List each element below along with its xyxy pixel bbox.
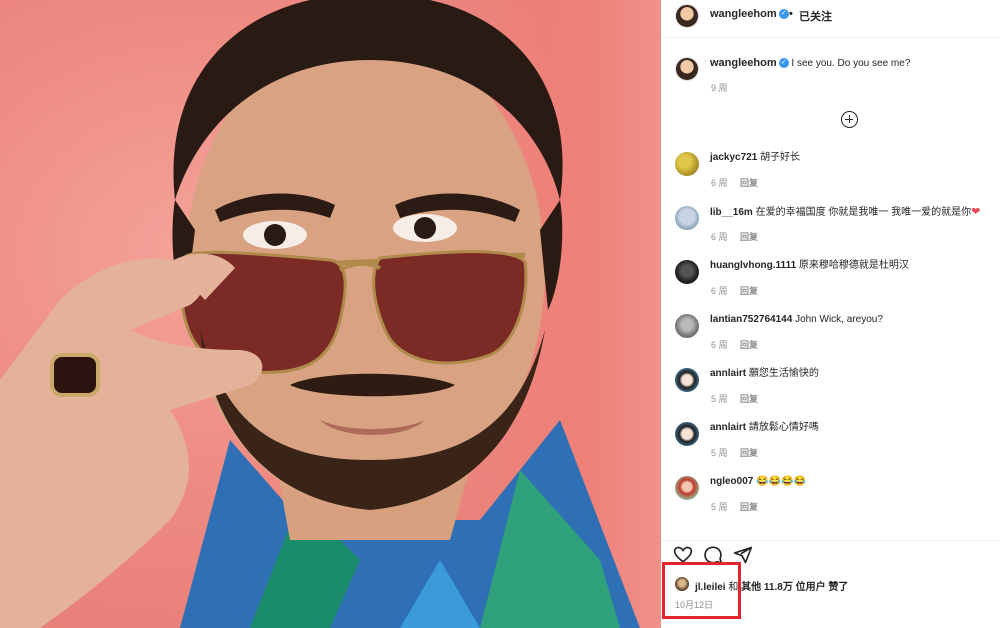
caption-time: 9 周 xyxy=(711,83,728,93)
caption-text: I see you. Do you see me? xyxy=(791,58,911,69)
portrait-illustration xyxy=(0,0,640,628)
post-photo[interactable] xyxy=(0,0,661,628)
reply-button[interactable]: 回复 xyxy=(740,286,758,296)
comment-avatar[interactable] xyxy=(675,422,699,446)
comment-avatar[interactable] xyxy=(675,152,699,176)
author-avatar[interactable] xyxy=(675,4,699,28)
likes-liked: 赞了 xyxy=(828,582,849,593)
comment-item: huanglvhong.1111 原来穆哈穆德就是杜明汉 6 周 回复 xyxy=(661,260,1000,310)
likes-summary[interactable]: jl.leilei 和 其他 11.8万 位用户 赞了 xyxy=(695,578,848,593)
author-username-row: wangleehom ✓ xyxy=(710,8,789,20)
reply-button[interactable]: 回复 xyxy=(740,340,758,350)
post-date[interactable]: 10月12日 xyxy=(675,598,713,611)
comment-username[interactable]: lantian752764144 xyxy=(710,314,792,325)
likes-and: 和 xyxy=(728,582,739,593)
comment-time: 5 周 xyxy=(711,448,728,458)
caption-avatar[interactable] xyxy=(675,57,699,81)
comment-text: 願您生活愉快的 xyxy=(748,368,819,379)
comment-avatar[interactable] xyxy=(675,260,699,284)
lens-right xyxy=(372,250,528,365)
comment-time: 6 周 xyxy=(711,232,728,242)
comment-item: lib__16m 在爱的幸福国度 你就是我唯一 我唯一爱的就是你❤ 6 周 回复 xyxy=(661,206,1000,256)
heart-icon[interactable] xyxy=(673,545,693,565)
liker-username[interactable]: jl.leilei xyxy=(695,582,726,593)
comment-text: 😂😂😂😂 xyxy=(756,476,806,487)
comment-username[interactable]: huanglvhong.1111 xyxy=(710,260,796,271)
likes-others[interactable]: 其他 11.8万 位用户 xyxy=(741,582,825,593)
follow-status-button[interactable]: 已关注 xyxy=(799,8,832,24)
separator-dot: • xyxy=(789,8,793,20)
reply-button[interactable]: 回复 xyxy=(740,394,758,404)
caption: wangleehom ✓ I see you. Do you see me? xyxy=(710,57,910,70)
reply-button[interactable]: 回复 xyxy=(740,178,758,188)
comment-item: jackyc721 胡子好长 6 周 回复 xyxy=(661,152,1000,202)
liker-avatar[interactable] xyxy=(675,577,689,591)
comment-item: lantian752764144 John Wick, areyou? 6 周 … xyxy=(661,314,1000,364)
comment-text: 胡子好长 xyxy=(760,152,801,163)
load-more-icon[interactable] xyxy=(841,111,858,128)
comment-avatar[interactable] xyxy=(675,314,699,338)
comment-avatar[interactable] xyxy=(675,206,699,230)
comment-time: 6 周 xyxy=(711,286,728,296)
comment-item: annlairt 請放鬆心情好嗎 5 周 回复 xyxy=(661,422,1000,472)
comment-text: 請放鬆心情好嗎 xyxy=(748,422,819,433)
reply-button[interactable]: 回复 xyxy=(740,448,758,458)
comment-username[interactable]: annlairt xyxy=(710,368,746,379)
reply-button[interactable]: 回复 xyxy=(740,502,758,512)
verified-badge-icon: ✓ xyxy=(778,9,789,20)
comment-text: 在爱的幸福国度 你就是我唯一 我唯一爱的就是你 xyxy=(755,207,972,218)
comment-username[interactable]: lib__16m xyxy=(710,207,753,218)
comment-icon[interactable] xyxy=(703,545,723,565)
comment-time: 6 周 xyxy=(711,340,728,350)
comment-text: John Wick, areyou? xyxy=(795,314,883,325)
author-username[interactable]: wangleehom xyxy=(710,8,777,20)
share-icon[interactable] xyxy=(733,545,753,565)
heart-emoji: ❤ xyxy=(971,206,981,218)
comment-time: 5 周 xyxy=(711,394,728,404)
comment-username[interactable]: ngleo007 xyxy=(710,476,753,487)
post-header: wangleehom ✓ • 已关注 xyxy=(661,0,1000,38)
comment-time: 5 周 xyxy=(711,502,728,512)
comment-item: ngleo007 😂😂😂😂 5 周 回复 xyxy=(661,476,1000,526)
ring xyxy=(50,353,100,397)
comment-username[interactable]: annlairt xyxy=(710,422,746,433)
verified-badge-icon: ✓ xyxy=(778,58,789,69)
comment-avatar[interactable] xyxy=(675,368,699,392)
comment-avatar[interactable] xyxy=(675,476,699,500)
comment-text: 原来穆哈穆德就是杜明汉 xyxy=(798,260,909,271)
post-side-panel: wangleehom ✓ • 已关注 wangleehom ✓ I see you.… xyxy=(661,0,1000,628)
comment-time: 6 周 xyxy=(711,178,728,188)
comment-item: annlairt 願您生活愉快的 5 周 回复 xyxy=(661,368,1000,418)
comment-username[interactable]: jackyc721 xyxy=(710,152,757,163)
reply-button[interactable]: 回复 xyxy=(740,232,758,242)
post-actions xyxy=(661,540,1000,564)
caption-username[interactable]: wangleehom xyxy=(710,57,777,69)
